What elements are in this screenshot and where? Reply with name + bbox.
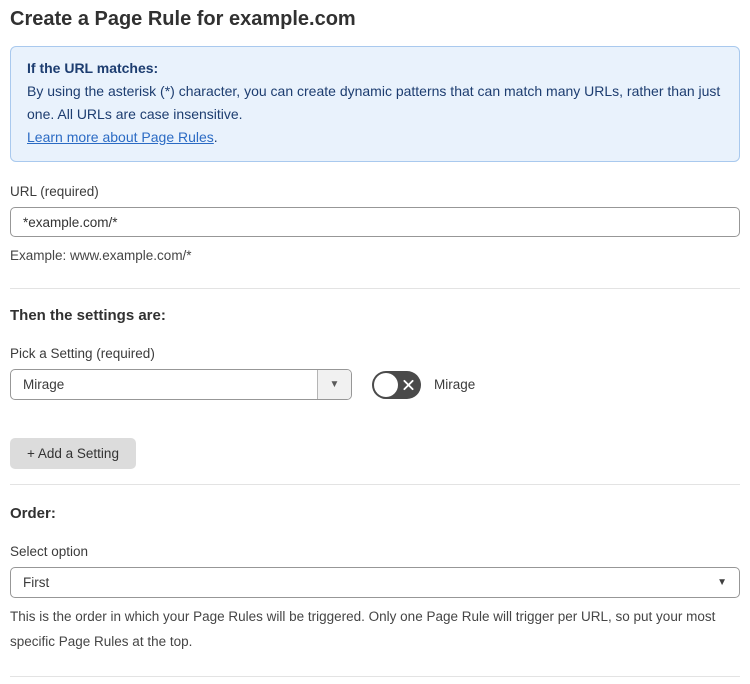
setting-row: Mirage ▼ Mirage bbox=[10, 369, 740, 400]
divider-footer bbox=[10, 676, 740, 677]
link-period: . bbox=[213, 129, 218, 145]
mirage-toggle[interactable] bbox=[372, 370, 421, 399]
create-page-rule-form: Create a Page Rule for example.com If th… bbox=[0, 0, 750, 684]
url-field-label: URL (required) bbox=[10, 184, 99, 199]
chevron-down-icon: ▼ bbox=[717, 577, 727, 588]
url-input[interactable] bbox=[10, 207, 740, 237]
info-box-heading: If the URL matches: bbox=[27, 60, 159, 76]
order-select[interactable]: First ▼ bbox=[10, 567, 740, 598]
url-example-helper: Example: www.example.com/* bbox=[10, 248, 192, 263]
order-select-value: First bbox=[23, 575, 50, 590]
order-select-label: Select option bbox=[10, 544, 89, 559]
chevron-down-icon: ▼ bbox=[329, 379, 340, 390]
url-match-info-box: If the URL matches: By using the asteris… bbox=[10, 46, 740, 162]
divider-settings bbox=[10, 288, 740, 289]
add-setting-wrap: + Add a Setting bbox=[10, 438, 740, 469]
divider-order bbox=[10, 484, 740, 485]
setting-dropdown-value: Mirage bbox=[23, 377, 65, 392]
info-box-body: By using the asterisk (*) character, you… bbox=[27, 83, 721, 122]
order-helper-text: This is the order in which your Page Rul… bbox=[10, 609, 716, 649]
page-title: Create a Page Rule for example.com bbox=[10, 8, 356, 30]
settings-section-heading: Then the settings are: bbox=[10, 307, 166, 324]
toggle-setting-label: Mirage bbox=[434, 377, 476, 392]
toggle-off-x-icon bbox=[403, 379, 414, 390]
order-section-heading: Order: bbox=[10, 505, 56, 522]
pick-setting-label: Pick a Setting (required) bbox=[10, 346, 155, 361]
toggle-knob bbox=[374, 372, 398, 397]
info-box-link-line: Learn more about Page Rules. bbox=[27, 126, 723, 149]
setting-dropdown-arrow-button[interactable]: ▼ bbox=[317, 370, 351, 399]
setting-dropdown[interactable]: Mirage ▼ bbox=[10, 369, 352, 400]
learn-more-link[interactable]: Learn more about Page Rules bbox=[27, 129, 214, 145]
add-setting-button[interactable]: + Add a Setting bbox=[10, 438, 136, 469]
